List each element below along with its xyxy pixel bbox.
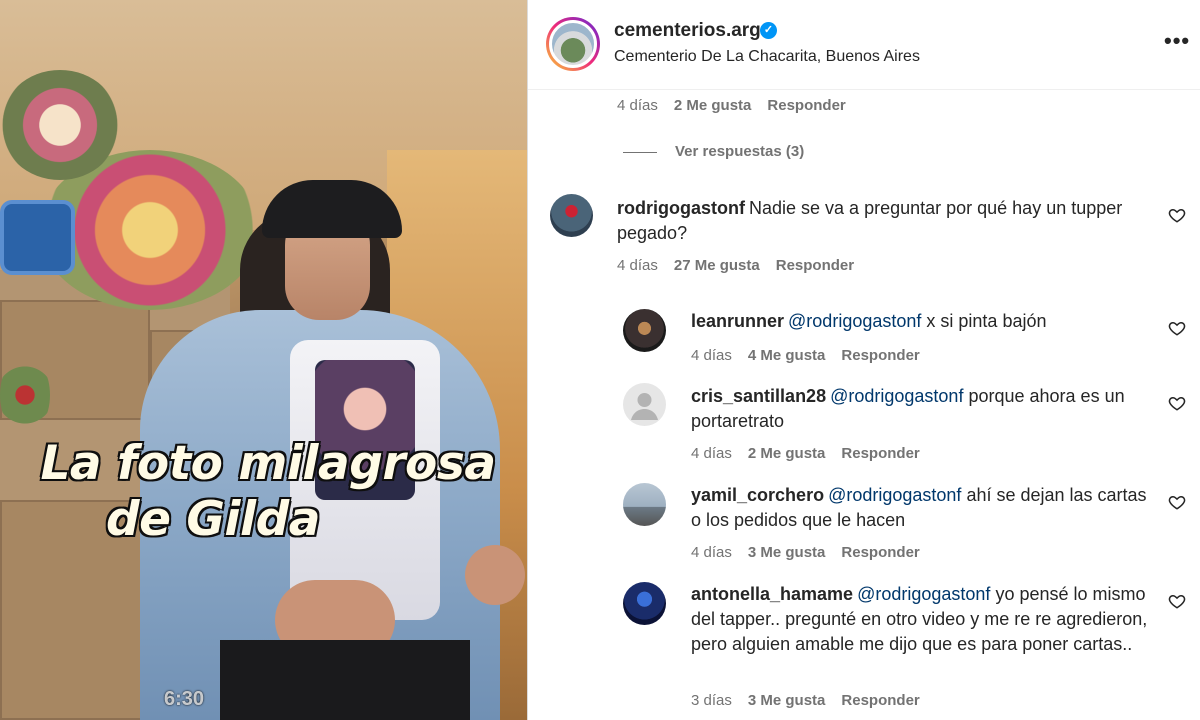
reply: cris_santillan28 @rodrigogastonf porque a… (528, 380, 1200, 470)
comment-time: 3 días (691, 692, 732, 709)
comment-likes[interactable]: 2 Me gusta (748, 445, 826, 462)
comment-likes[interactable]: 3 Me gusta (748, 544, 826, 561)
heart-icon[interactable] (1168, 592, 1186, 610)
heart-icon[interactable] (1168, 206, 1186, 224)
reply-button[interactable]: Responder (776, 257, 854, 274)
view-replies-label: Ver respuestas (3) (675, 143, 805, 160)
hand (465, 545, 525, 605)
comment-likes[interactable]: 27 Me gusta (674, 257, 760, 274)
user-silhouette-icon (631, 393, 658, 420)
verified-badge-icon: ✓ (760, 22, 777, 39)
cap (262, 180, 402, 238)
comment-username[interactable]: cris_santillan28 (691, 386, 826, 406)
comment-body: rodrigogastonf Nadie se va a preguntar po… (617, 196, 1157, 246)
heart-icon[interactable] (1168, 493, 1186, 511)
view-replies-button[interactable]: Ver respuestas (3) (623, 143, 804, 160)
video-caption-line: de Gilda (105, 492, 321, 547)
comment: rodrigogastonf Nadie se va a preguntar po… (528, 190, 1200, 280)
blue-container (0, 200, 75, 275)
comment-meta: 4 días 4 Me gusta Responder (691, 347, 936, 364)
profile-username[interactable]: cementerios.arg (614, 20, 761, 42)
reply-button[interactable]: Responder (767, 97, 845, 114)
mention-link[interactable]: @rodrigogastonf (788, 311, 921, 331)
comment-body: leanrunner @rodrigogastonf x si pinta baj… (691, 309, 1161, 334)
commenter-avatar[interactable] (623, 309, 666, 352)
reply-button[interactable]: Responder (841, 692, 919, 709)
comment-time: 4 días (691, 544, 732, 561)
comment-likes[interactable]: 2 Me gusta (674, 97, 752, 114)
mention-link[interactable]: @rodrigogastonf (828, 485, 961, 505)
comment-text: x si pinta bajón (926, 311, 1047, 331)
comment-likes[interactable]: 4 Me gusta (748, 347, 826, 364)
comment-meta: 4 días 3 Me gusta Responder (691, 544, 936, 561)
comment-body: antonella_hamame @rodrigogastonf yo pensé… (691, 582, 1161, 657)
reply: yamil_corchero @rodrigogastonf ahí se dej… (528, 479, 1200, 569)
comments-panel[interactable]: cementerios.arg ✓ Cementerio De La Chaca… (528, 0, 1200, 720)
comment-time: 4 días (617, 97, 658, 114)
video-player[interactable]: La foto milagrosa de Gilda 6:30 (0, 0, 527, 720)
commenter-avatar[interactable] (623, 483, 666, 526)
video-caption: La foto milagrosa de Gilda (18, 436, 518, 548)
video-caption-line: La foto milagrosa (40, 436, 496, 491)
post-location[interactable]: Cementerio De La Chacarita, Buenos Aires (614, 48, 920, 66)
commenter-avatar[interactable] (623, 582, 666, 625)
comment-body: yamil_corchero @rodrigogastonf ahí se dej… (691, 483, 1161, 533)
replies-line (623, 151, 657, 153)
mention-link[interactable]: @rodrigogastonf (830, 386, 963, 406)
profile-avatar-image (549, 20, 597, 68)
pants (220, 640, 470, 720)
reply-button[interactable]: Responder (841, 347, 919, 364)
more-horizontal-icon[interactable]: ••• (1164, 28, 1190, 54)
comment-body: cris_santillan28 @rodrigogastonf porque a… (691, 384, 1161, 434)
commenter-avatar[interactable] (550, 194, 593, 237)
comment-likes[interactable]: 3 Me gusta (748, 692, 826, 709)
comment-time: 4 días (617, 257, 658, 274)
flower-arrangement (0, 355, 50, 435)
comment-meta: 4 días 27 Me gusta Responder (617, 257, 870, 274)
comment-username[interactable]: rodrigogastonf (617, 198, 745, 218)
comment-username[interactable]: antonella_hamame (691, 584, 853, 604)
reply-button[interactable]: Responder (841, 445, 919, 462)
mention-link[interactable]: @rodrigogastonf (857, 584, 990, 604)
flower-arrangement (0, 70, 120, 180)
default-avatar[interactable] (623, 383, 666, 426)
heart-icon[interactable] (1168, 394, 1186, 412)
comment-meta: 3 días 3 Me gusta Responder (691, 692, 936, 709)
comment-username[interactable]: leanrunner (691, 311, 784, 331)
comment-time: 4 días (691, 445, 732, 462)
video-timecode: 6:30 (164, 688, 205, 710)
post-header: cementerios.arg ✓ Cementerio De La Chaca… (528, 0, 1200, 90)
comment-meta: 4 días 2 Me gusta Responder (691, 445, 936, 462)
heart-icon[interactable] (1168, 319, 1186, 337)
comment-username[interactable]: yamil_corchero (691, 485, 824, 505)
reply: antonella_hamame @rodrigogastonf yo pensé… (528, 578, 1200, 720)
reply: leanrunner @rodrigogastonf x si pinta baj… (528, 305, 1200, 375)
comment-time: 4 días (691, 347, 732, 364)
profile-avatar[interactable] (546, 17, 600, 71)
reply-button[interactable]: Responder (841, 544, 919, 561)
comment-meta: 4 días 2 Me gusta Responder (617, 97, 862, 114)
